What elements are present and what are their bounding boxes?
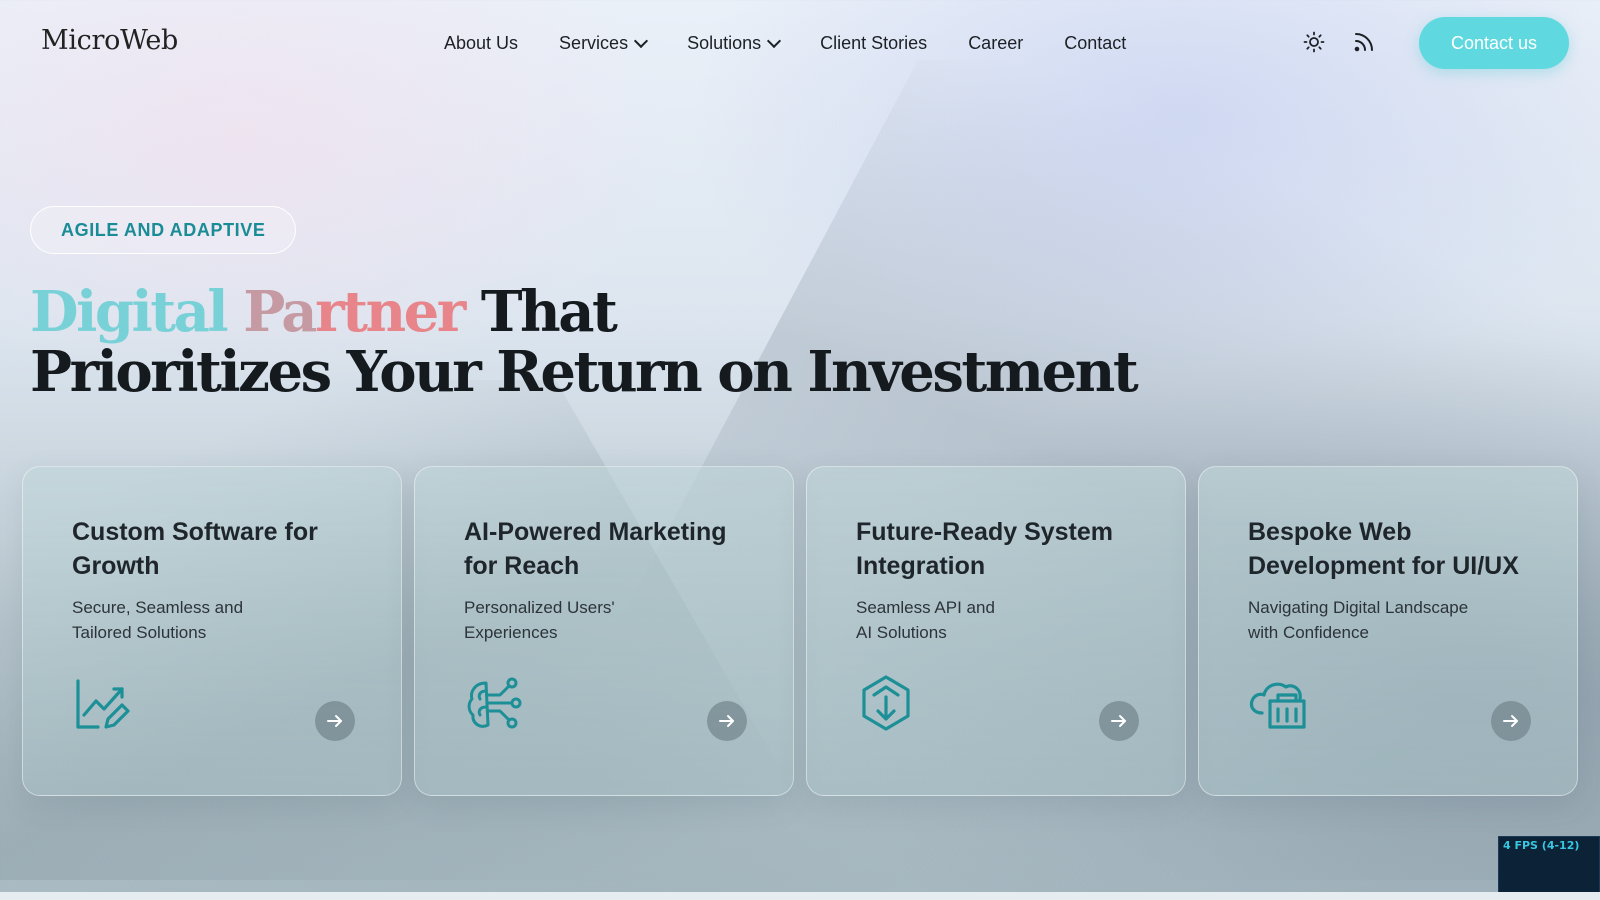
growth-chart-icon [72, 673, 132, 733]
hero-title-word-partner-b: rtner [315, 279, 466, 345]
nav-item-label: Solutions [687, 32, 762, 53]
arrow-right-icon [1111, 715, 1126, 727]
card-subtitle-line: Navigating Digital Landscape [1248, 598, 1469, 617]
card-subtitle-line: Seamless API and [856, 598, 995, 617]
card-subtitle: Personalized Users' Experiences [464, 595, 714, 645]
site-logo[interactable]: MicroWeb [41, 25, 178, 56]
arrow-right-icon [327, 715, 342, 727]
nav-item-client-stories[interactable]: Client Stories [820, 33, 927, 54]
arrow-right-icon [719, 715, 734, 727]
neural-network-icon [464, 673, 524, 733]
rss-icon[interactable] [1352, 30, 1376, 54]
nav-item-label: About Us [444, 32, 519, 53]
service-card-ai-marketing[interactable]: AI-Powered Marketing for Reach Personali… [414, 466, 794, 796]
hero-title-word-digital: Digital [30, 279, 229, 345]
service-card-web-development[interactable]: Bespoke Web Development for UI/UX Naviga… [1198, 466, 1578, 796]
card-subtitle-line: Experiences [464, 623, 558, 642]
nav-item-about-us[interactable]: About Us [444, 33, 518, 54]
hero-title: Digital Partner That Prioritizes Your Re… [30, 282, 1139, 405]
nav-item-contact[interactable]: Contact [1064, 33, 1126, 54]
hero-title-line1: Digital Partner That [30, 282, 1136, 342]
hero-title-line2: Prioritizes Your Return on Investment [30, 339, 1139, 405]
card-subtitle: Secure, Seamless and Tailored Solutions [72, 595, 322, 645]
card-subtitle-line: AI Solutions [856, 623, 947, 642]
card-arrow-button[interactable] [315, 701, 355, 741]
page-bottom-edge [0, 892, 1600, 900]
arrow-right-icon [1503, 715, 1518, 727]
card-title: Custom Software for Growth [72, 518, 318, 580]
hero-title-word-partner: Partner [243, 279, 466, 345]
nav-item-career[interactable]: Career [968, 33, 1023, 54]
service-card-system-integration[interactable]: Future-Ready System Integration Seamless… [806, 466, 1186, 796]
nav-item-solutions[interactable]: Solutions [687, 32, 782, 54]
card-subtitle-line: with Confidence [1248, 623, 1369, 642]
nav-item-label: Contact [1064, 32, 1127, 53]
card-title: Future-Ready System Integration [856, 518, 1114, 580]
card-subtitle-line: Secure, Seamless and [72, 598, 244, 617]
hero-title-word-that: That [480, 279, 618, 345]
card-arrow-button[interactable] [1491, 701, 1531, 741]
chevron-down-icon [634, 33, 649, 48]
chevron-down-icon [767, 33, 782, 48]
hero-badge: AGILE AND ADAPTIVE [30, 206, 297, 254]
contact-us-button[interactable]: Contact us [1419, 17, 1569, 69]
nav-item-services[interactable]: Services [559, 32, 649, 54]
sun-icon[interactable] [1302, 30, 1326, 54]
card-title: Bespoke Web Development for UI/UX [1248, 518, 1519, 580]
fps-label: 4 FPS (4-12) [1503, 839, 1580, 852]
card-subtitle-line: Personalized Users' [464, 598, 615, 617]
fps-meter: 4 FPS (4-12) [1498, 836, 1600, 898]
site-header: MicroWeb About Us Services Solutions Cli… [0, 0, 1600, 86]
nav-item-label: Services [559, 32, 629, 53]
card-subtitle-line: Tailored Solutions [72, 623, 207, 642]
card-arrow-button[interactable] [1099, 701, 1139, 741]
integration-icon [856, 673, 916, 733]
card-arrow-button[interactable] [707, 701, 747, 741]
service-card-custom-software[interactable]: Custom Software for Growth Secure, Seaml… [22, 466, 402, 796]
main-nav: About Us Services Solutions Client Stori… [444, 0, 1126, 86]
hero-title-word-partner-a: Pa [243, 279, 317, 345]
card-subtitle: Seamless API and AI Solutions [856, 595, 1106, 645]
card-title: AI-Powered Marketing for Reach [464, 518, 727, 580]
cloud-building-icon [1248, 673, 1308, 733]
nav-item-label: Career [968, 32, 1024, 53]
card-subtitle: Navigating Digital Landscape with Confid… [1248, 595, 1498, 645]
nav-item-label: Client Stories [820, 32, 928, 53]
